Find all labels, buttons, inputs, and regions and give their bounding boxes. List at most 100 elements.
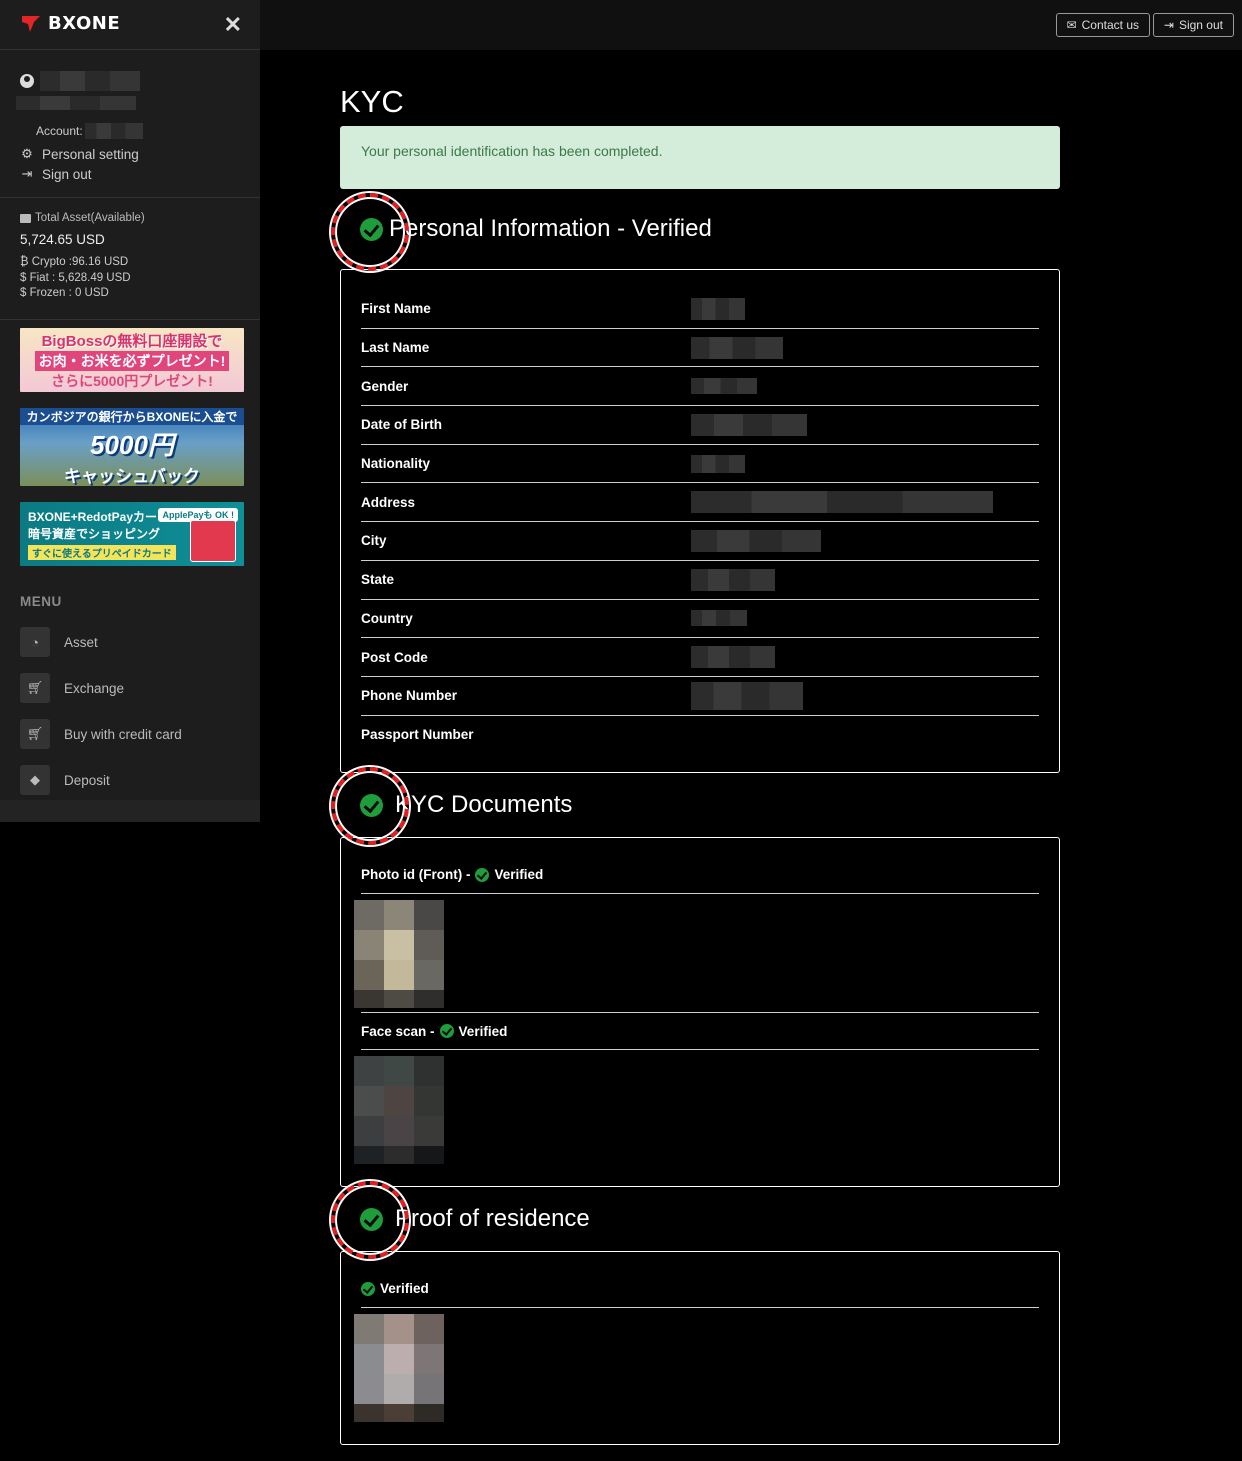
- prepaid-card-image: [190, 520, 236, 562]
- wallet-icon: [20, 213, 31, 223]
- nav-item-exchange[interactable]: 🛒︎ Exchange: [0, 665, 260, 711]
- redacted-value: [691, 681, 803, 710]
- verified-label: Verified: [458, 1023, 508, 1039]
- info-row: Address: [361, 483, 1039, 523]
- field-label: Nationality: [361, 456, 431, 472]
- redacted-value: [691, 610, 747, 627]
- nav-item-buy-credit-card[interactable]: 🛒︎ Buy with credit card: [0, 711, 260, 757]
- proof-of-residence-image[interactable]: [354, 1314, 444, 1423]
- info-row: Last Name: [361, 329, 1039, 368]
- field-label: Phone Number: [361, 688, 458, 704]
- field-label: First Name: [361, 301, 431, 317]
- redacted-username: [40, 71, 140, 91]
- top-bar: ✉ Contact us ⇥ Sign out: [260, 0, 1242, 50]
- banner-line: キャッシュバック: [64, 466, 200, 486]
- field-label: Date of Birth: [361, 417, 442, 433]
- personal-setting-link[interactable]: ⚙ Personal setting: [20, 146, 240, 162]
- info-row: State: [361, 561, 1039, 600]
- asset-frozen-text: Frozen : 0 USD: [29, 287, 109, 299]
- nav-item-asset[interactable]: ◔ Asset: [0, 619, 260, 665]
- top-sign-out-button[interactable]: ⇥ Sign out: [1152, 13, 1234, 37]
- check-circle-icon: [475, 867, 490, 882]
- banner-cashback[interactable]: カンボジアの銀行からBXONEに入金で 5000円 キャッシュバック: [20, 408, 244, 486]
- redacted-user-detail: [16, 96, 136, 110]
- redacted-account-id: [84, 123, 143, 139]
- proof-of-residence-card: Verified: [340, 1251, 1060, 1446]
- success-alert: Your personal identification has been co…: [340, 126, 1060, 189]
- dollar-icon: $: [20, 271, 30, 284]
- user-icon: [20, 74, 34, 88]
- asset-summary: Total Asset(Available) 5,724.65 USD ₿ Cr…: [0, 198, 260, 320]
- check-circle-icon: [360, 1207, 383, 1231]
- check-circle-icon: [439, 1024, 454, 1039]
- info-row: First Name: [361, 290, 1039, 329]
- sidebar-bottom-strip: [0, 800, 284, 822]
- info-row: Phone Number: [361, 677, 1039, 716]
- kyc-documents-title: KYC Documents: [395, 791, 573, 819]
- asset-fiat: $ Fiat : 5,628.49 USD: [20, 271, 240, 287]
- personal-info-header: Personal Information - Verified: [331, 189, 1060, 271]
- face-scan-image[interactable]: [354, 1056, 444, 1165]
- photo-id-front-image[interactable]: [354, 900, 444, 1009]
- check-circle-icon: [361, 1281, 375, 1296]
- photo-id-front-label: Photo id (Front) -: [361, 867, 471, 883]
- check-circle-icon: [360, 793, 383, 817]
- asset-total: 5,724.65 USD: [20, 232, 105, 247]
- personal-info-title: Personal Information - Verified: [389, 215, 712, 242]
- nav-label: Asset: [64, 634, 98, 650]
- contact-us-button[interactable]: ✉ Contact us: [1055, 13, 1150, 37]
- diamond-icon: ◆: [20, 765, 50, 795]
- field-label: Country: [361, 610, 413, 626]
- contact-us-label: Contact us: [1081, 18, 1139, 32]
- user-name-line: [20, 66, 240, 96]
- field-label: State: [361, 572, 395, 588]
- brand-name: BXONE: [48, 12, 121, 34]
- field-label: Post Code: [361, 649, 428, 665]
- banner-line: お肉・お米を必ずプレゼント!: [34, 350, 230, 371]
- field-label: Last Name: [361, 340, 430, 356]
- redacted-value: [691, 336, 783, 359]
- banner-bigboss[interactable]: BigBossの無料口座開設で お肉・お米を必ずプレゼント! さらに5000円プ…: [20, 328, 244, 392]
- nav-item-deposit[interactable]: ◆ Deposit: [0, 757, 260, 803]
- banner-line: BXONE+RedotPayカード: [28, 510, 170, 524]
- cart-icon: 🛒︎: [20, 673, 50, 703]
- sign-out-icon: ⇥: [1163, 18, 1174, 32]
- page-title: KYC: [340, 84, 404, 119]
- dashboard-icon: ◔: [20, 627, 50, 657]
- sign-out-label: Sign out: [42, 166, 92, 182]
- asset-crypto: ₿ Crypto :96.16 USD: [20, 255, 240, 271]
- info-row: Gender: [361, 367, 1039, 407]
- field-label: Address: [361, 494, 416, 510]
- kyc-documents-card: Photo id (Front) - Verified Face scan - …: [340, 837, 1060, 1188]
- asset-fiat-text: Fiat : 5,628.49 USD: [29, 271, 131, 284]
- photo-id-front-header: Photo id (Front) - Verified: [361, 856, 1039, 895]
- dollar-icon: $: [20, 287, 30, 299]
- redacted-value: [691, 491, 993, 514]
- info-row: Post Code: [361, 638, 1039, 677]
- account-label: Account:: [36, 124, 83, 138]
- banner-line: 暗号資産でショッピング: [28, 527, 161, 541]
- account-line: Account:: [36, 123, 240, 139]
- sign-out-link[interactable]: ⇥ Sign out: [20, 166, 240, 182]
- verified-label: Verified: [380, 1281, 429, 1297]
- close-icon[interactable]: ✕: [224, 14, 242, 36]
- proof-of-residence-header: Proof of residence: [331, 1181, 1060, 1260]
- check-circle-icon: [360, 217, 383, 241]
- banner-line: BigBossの無料口座開設で: [41, 332, 223, 350]
- redacted-value: [691, 454, 745, 473]
- info-row: Country: [361, 600, 1039, 639]
- redacted-value: [691, 297, 745, 320]
- bitcoin-icon: ₿: [20, 256, 32, 268]
- face-scan-header: Face scan - Verified: [361, 1012, 1039, 1051]
- logo[interactable]: BXONE: [20, 12, 120, 34]
- cart-icon: 🛒︎: [20, 719, 50, 749]
- banner-line: さらに5000円プレゼント!: [51, 372, 213, 389]
- nav-label: Exchange: [64, 680, 125, 696]
- proof-of-residence-title: Proof of residence: [395, 1205, 590, 1233]
- asset-crypto-text: Crypto :96.16 USD: [31, 256, 129, 268]
- nav-label: Buy with credit card: [64, 726, 182, 742]
- main-content: KYC Your personal identification has bee…: [331, 50, 1060, 1446]
- face-scan-label: Face scan -: [361, 1023, 435, 1039]
- asset-title-text: Total Asset(Available): [35, 212, 145, 224]
- banner-redotpay[interactable]: BXONE+RedotPayカード 暗号資産でショッピング すぐに使えるプリペイ…: [20, 502, 244, 566]
